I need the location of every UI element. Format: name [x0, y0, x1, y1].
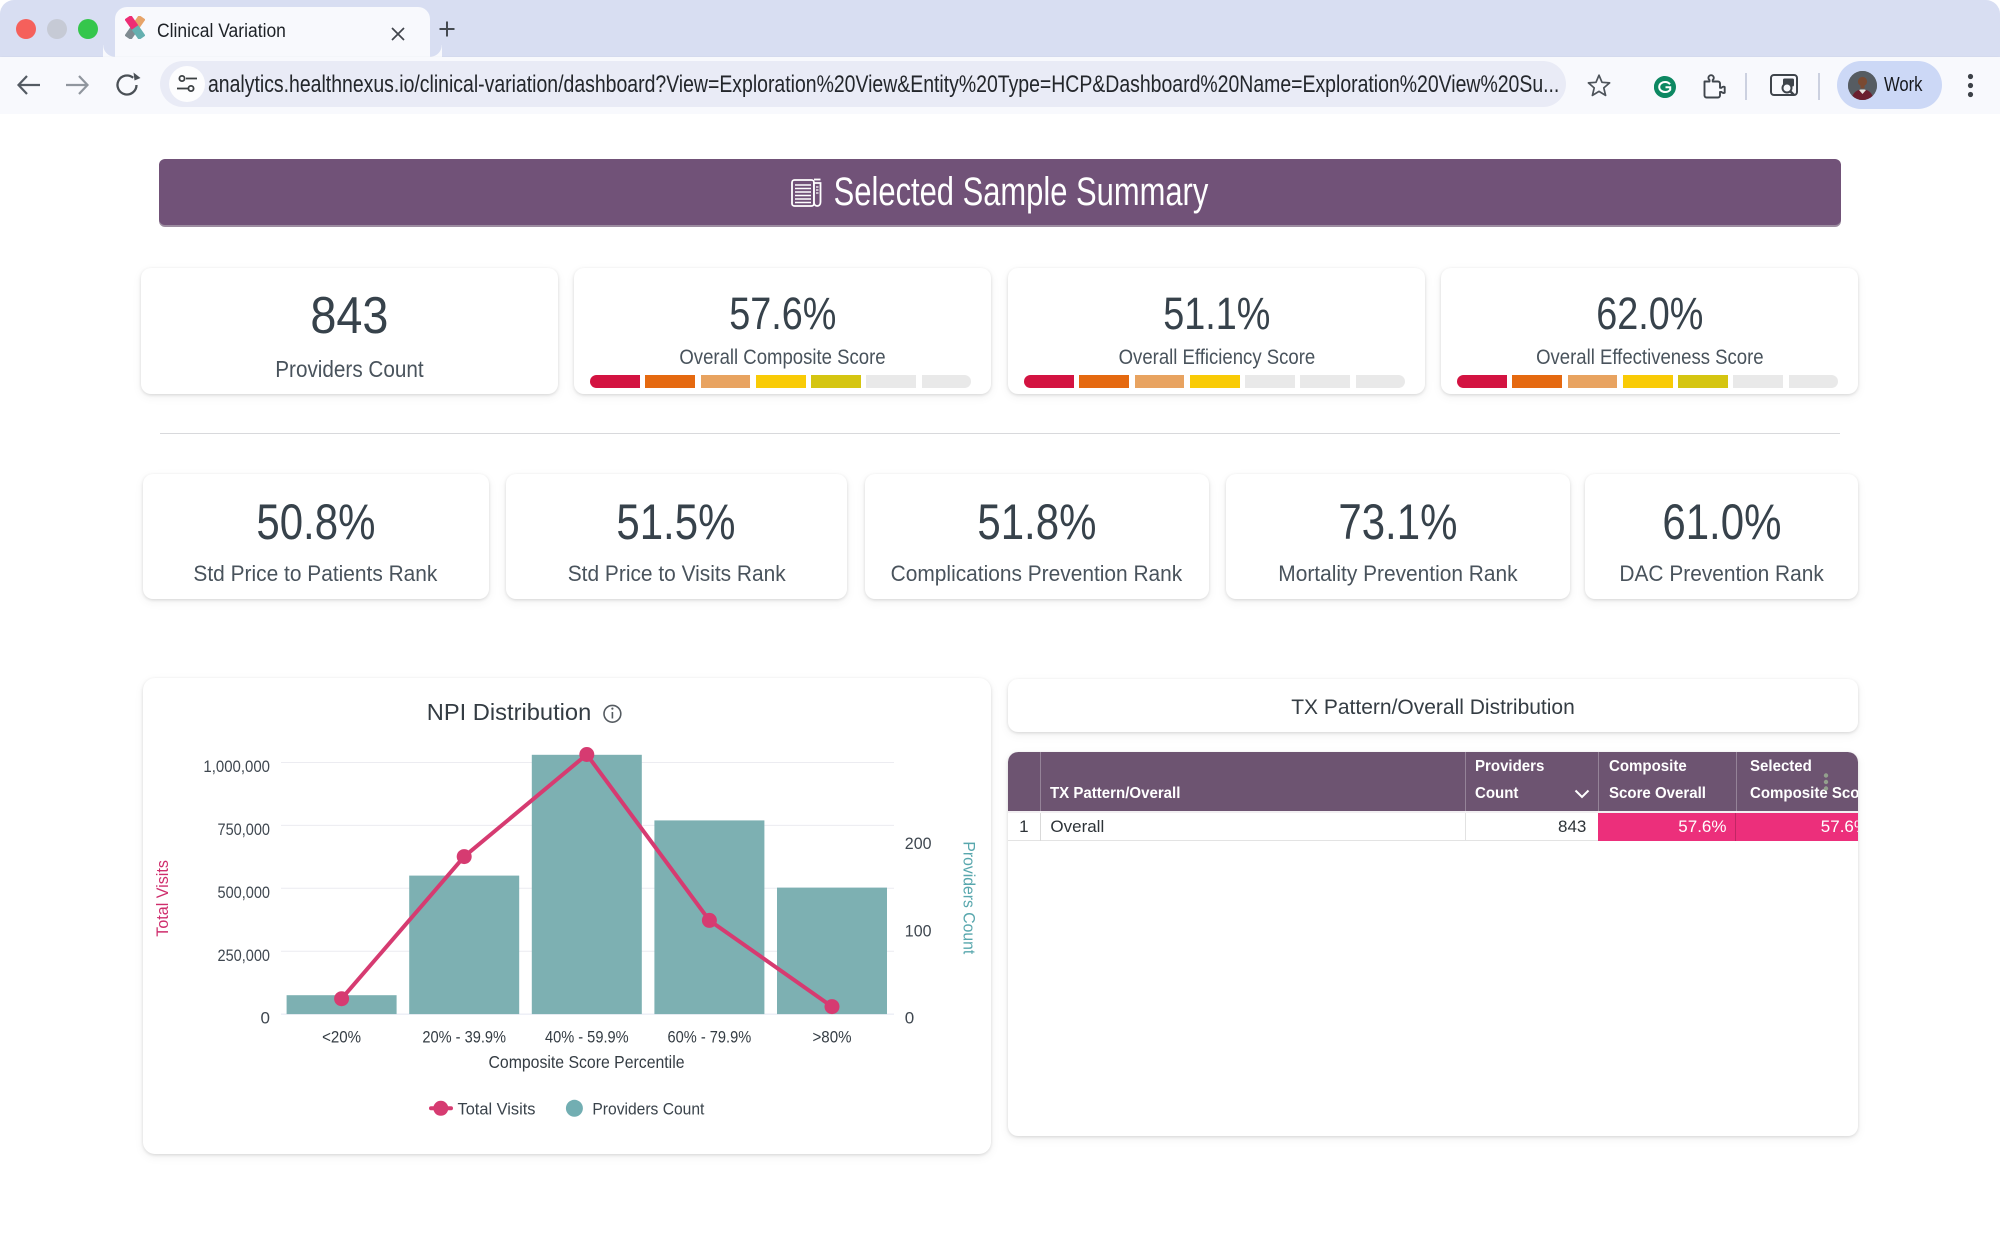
svg-text:Providers Count: Providers Count [592, 1100, 704, 1119]
svg-text:Providers Count: Providers Count [960, 841, 979, 954]
svg-text:250,000: 250,000 [218, 946, 271, 965]
svg-text:20% - 39.9%: 20% - 39.9% [422, 1028, 506, 1047]
svg-text:0: 0 [905, 1009, 914, 1028]
svg-text:>80%: >80% [813, 1028, 852, 1047]
svg-text:750,000: 750,000 [218, 820, 271, 839]
svg-text:100: 100 [905, 921, 932, 940]
svg-text:500,000: 500,000 [218, 883, 271, 902]
svg-text:0: 0 [261, 1009, 270, 1028]
svg-text:NPI Distribution: NPI Distribution [427, 699, 592, 725]
svg-text:40% - 59.9%: 40% - 59.9% [545, 1028, 629, 1047]
svg-text:Total Visits: Total Visits [153, 860, 172, 937]
svg-text:1,000,000: 1,000,000 [203, 757, 270, 776]
svg-text:<20%: <20% [322, 1028, 361, 1047]
svg-text:200: 200 [905, 834, 932, 853]
svg-text:Total Visits: Total Visits [458, 1100, 536, 1119]
svg-text:60% - 79.9%: 60% - 79.9% [668, 1028, 752, 1047]
svg-text:Composite Score Percentile: Composite Score Percentile [489, 1052, 685, 1072]
